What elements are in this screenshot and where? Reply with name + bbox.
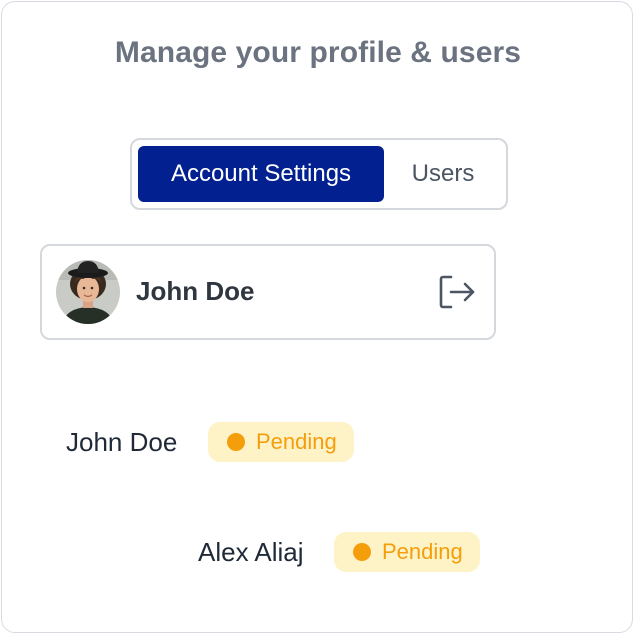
user-name: John Doe bbox=[66, 427, 178, 457]
logout-icon[interactable] bbox=[436, 272, 476, 312]
status-badge-label: Pending bbox=[256, 429, 337, 454]
avatar bbox=[56, 260, 120, 324]
status-badge: Pending bbox=[208, 422, 354, 462]
status-dot-icon bbox=[227, 433, 245, 451]
user-name: Alex Aliaj bbox=[198, 537, 304, 567]
tab-account-settings[interactable]: Account Settings bbox=[138, 146, 384, 202]
tab-users[interactable]: Users bbox=[384, 146, 502, 202]
page-title: Manage your profile & users bbox=[114, 36, 522, 69]
profile-card: John Doe bbox=[40, 244, 496, 340]
tab-switcher: Account Settings Users bbox=[130, 138, 508, 210]
status-badge: Pending bbox=[334, 532, 480, 572]
status-dot-icon bbox=[353, 543, 371, 561]
status-badge-label: Pending bbox=[382, 539, 463, 564]
profile-name: John Doe bbox=[136, 276, 255, 306]
